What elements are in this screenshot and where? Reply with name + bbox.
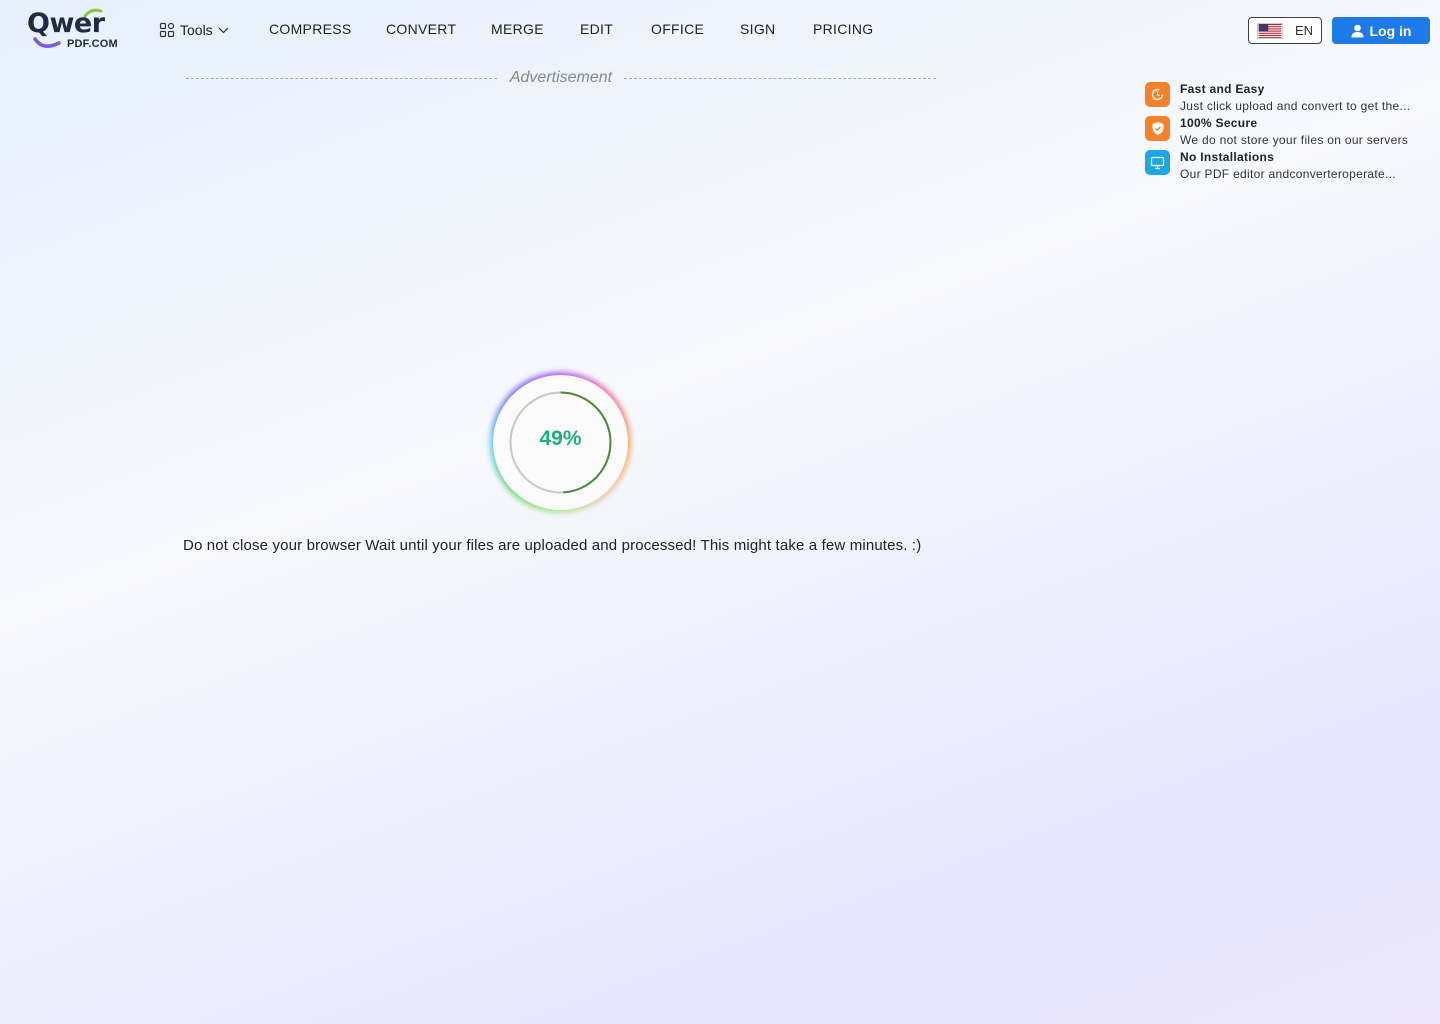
feature-fast-easy: Fast and Easy Just click upload and conv… (1145, 81, 1435, 115)
language-selector[interactable]: EN (1248, 17, 1322, 44)
monitor-icon (1145, 150, 1170, 175)
ad-divider-left (186, 78, 497, 79)
feature-secure: 100% Secure We do not store your files o… (1145, 115, 1435, 149)
logo-swoosh-icon (33, 37, 61, 48)
nav-office[interactable]: OFFICE (651, 20, 704, 38)
nav-sign[interactable]: SIGN (740, 20, 775, 38)
feature-desc: Just click upload and convert to get the… (1180, 99, 1411, 113)
nav-merge[interactable]: MERGE (491, 20, 544, 38)
tools-menu[interactable]: Tools (159, 20, 229, 40)
chevron-down-icon (218, 27, 229, 34)
user-icon (1351, 24, 1363, 37)
tools-label: Tools (180, 22, 213, 38)
upload-progress: 49% (490, 372, 631, 513)
wait-message: Do not close your browser Wait until you… (183, 537, 922, 554)
nav-edit[interactable]: EDIT (580, 20, 613, 38)
progress-percent: 49% (539, 427, 582, 450)
feature-title: No Installations (1180, 150, 1275, 164)
feature-title: Fast and Easy (1180, 82, 1265, 96)
site-logo[interactable]: Qwer PDF.COM (27, 8, 123, 54)
feature-title: 100% Secure (1180, 116, 1258, 130)
feature-no-install: No Installations Our PDF editor andconve… (1145, 149, 1435, 183)
feature-desc: We do not store your files on our server… (1180, 133, 1409, 147)
shield-icon (1145, 116, 1170, 141)
language-code: EN (1295, 23, 1314, 38)
login-label: Log in (1369, 22, 1412, 39)
nav-convert[interactable]: CONVERT (386, 20, 456, 38)
nav-compress[interactable]: COMPRESS (269, 20, 352, 38)
us-flag-icon (1257, 22, 1283, 39)
feature-desc: Our PDF editor andconverteroperate... (1180, 167, 1396, 181)
top-header: Qwer PDF.COM Tools COMPRESS CONVERT MERG… (0, 0, 1440, 60)
advertisement-label: Advertisement (509, 69, 613, 86)
clock-icon (1145, 82, 1170, 107)
grid-icon (159, 22, 175, 38)
logo-subtext: PDF.COM (67, 38, 118, 50)
login-button[interactable]: Log in (1332, 17, 1430, 44)
ad-divider-right (624, 78, 936, 79)
nav-pricing[interactable]: PRICING (813, 20, 873, 38)
